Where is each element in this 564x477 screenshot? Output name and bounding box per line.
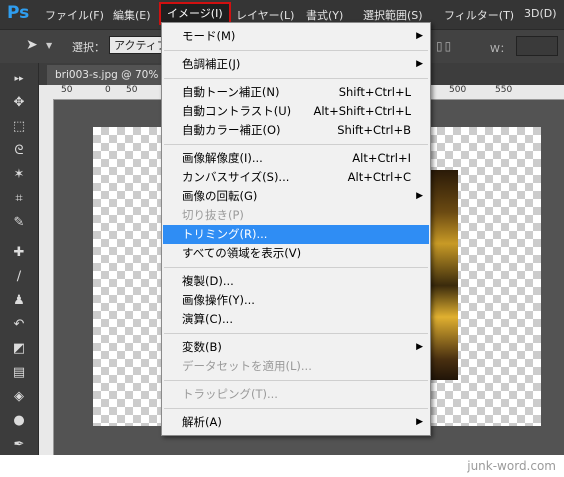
align-icons[interactable]: ▯▯: [436, 39, 453, 53]
submenu-arrow-icon: ▶: [416, 417, 423, 427]
menu-item-adjustments[interactable]: 色調補正(J) ▶: [163, 55, 429, 74]
menu-item-apply-dataset: データセットを適用(L)...: [182, 359, 312, 373]
menu-item-image-size[interactable]: 画像解像度(I)... Alt+Ctrl+I: [163, 149, 429, 168]
magic-wand-tool-icon[interactable]: ✶: [6, 165, 32, 185]
menu-select[interactable]: 選択範囲(S): [363, 7, 423, 23]
menu-type[interactable]: 書式(Y): [306, 7, 343, 23]
menu-separator: [164, 408, 428, 409]
menu-separator: [164, 380, 428, 381]
eyedropper-tool-icon[interactable]: ✎: [6, 213, 32, 233]
menu-separator: [164, 333, 428, 334]
menu-separator: [164, 144, 428, 145]
lasso-tool-icon[interactable]: ᘓ: [6, 141, 32, 161]
submenu-arrow-icon: ▶: [416, 342, 423, 352]
gradient-tool-icon[interactable]: ▤: [6, 363, 32, 383]
pen-tool-icon[interactable]: ✒: [6, 435, 32, 455]
document-tab[interactable]: bri003-s.jpg @ 70%: [47, 65, 167, 85]
width-label: W：: [490, 44, 510, 55]
crop-tool-icon[interactable]: ⌗: [6, 189, 32, 209]
move-tool-icon[interactable]: ✥: [6, 93, 32, 113]
menu-item-duplicate[interactable]: 複製(D)...: [163, 272, 429, 291]
menu-item-auto-contrast[interactable]: 自動コントラスト(U) Alt+Shift+Ctrl+L: [163, 102, 429, 121]
menu-item-auto-color[interactable]: 自動カラー補正(O) Shift+Ctrl+B: [163, 121, 429, 140]
menu-separator: [164, 50, 428, 51]
move-tool-icon[interactable]: ➤: [26, 37, 38, 53]
ruler-mark: 500: [449, 85, 467, 95]
dodge-tool-icon[interactable]: ●: [6, 411, 32, 431]
history-brush-tool-icon[interactable]: ↶: [6, 315, 32, 335]
menu-item-auto-tone[interactable]: 自動トーン補正(N) Shift+Ctrl+L: [163, 83, 429, 102]
menu-item-crop: 切り抜き(P): [182, 208, 244, 222]
tools-panel: ▸▸ ✥ ⬚ ᘓ ✶ ⌗ ✎ ✚ ∕ ♟ ↶ ◩ ▤ ◈ ● ✒: [0, 63, 39, 455]
healing-tool-icon[interactable]: ✚: [6, 243, 32, 263]
auto-select-dropdown[interactable]: アクティブ: [109, 36, 169, 54]
width-field[interactable]: [516, 36, 558, 56]
auto-select-label: 選択：: [72, 41, 105, 54]
menu-item-apply-image[interactable]: 画像操作(Y)...: [163, 291, 429, 310]
ruler-mark: 50: [126, 85, 138, 95]
tool-preset-dropdown-icon[interactable]: ▼: [46, 41, 52, 50]
menu-item-analysis[interactable]: 解析(A) ▶: [163, 413, 429, 432]
menu-file[interactable]: ファイル(F): [45, 7, 104, 23]
submenu-arrow-icon: ▶: [416, 31, 423, 41]
eraser-tool-icon[interactable]: ◩: [6, 339, 32, 359]
image-menu-dropdown: モード(M) ▶ 色調補正(J) ▶ 自動トーン補正(N) Shift+Ctrl+L …: [161, 22, 431, 436]
photoshop-logo: Ps: [7, 3, 30, 23]
menu-item-calculations[interactable]: 演算(C)...: [163, 310, 429, 329]
menu-edit[interactable]: 編集(E): [113, 7, 151, 23]
menu-item-variables[interactable]: 変数(B) ▶: [163, 338, 429, 357]
ruler-mark: 550: [495, 85, 513, 95]
marquee-tool-icon[interactable]: ⬚: [6, 117, 32, 137]
menu-layer[interactable]: レイヤー(L): [236, 7, 294, 23]
vertical-ruler: [39, 99, 54, 455]
image-layer: [427, 170, 458, 380]
site-watermark: junk-word.com: [467, 459, 556, 473]
ruler-mark: 0: [105, 85, 111, 95]
brush-tool-icon[interactable]: ∕: [6, 267, 32, 287]
blur-tool-icon[interactable]: ◈: [6, 387, 32, 407]
menu-item-canvas-size[interactable]: カンバスサイズ(S)... Alt+Ctrl+C: [163, 168, 429, 187]
submenu-arrow-icon: ▶: [416, 191, 423, 201]
menu-item-mode[interactable]: モード(M) ▶: [163, 27, 429, 46]
menu-item-trap: トラッピング(T)...: [182, 387, 278, 401]
panel-collapse-icon[interactable]: ▸▸: [6, 69, 32, 89]
stamp-tool-icon[interactable]: ♟: [6, 291, 32, 311]
menu-separator: [164, 267, 428, 268]
menu-item-image-rotation[interactable]: 画像の回転(G) ▶: [163, 187, 429, 206]
menu-separator: [164, 78, 428, 79]
menu-filter[interactable]: フィルター(T): [444, 7, 514, 23]
menu-item-reveal-all[interactable]: すべての領域を表示(V): [163, 244, 429, 263]
menu-3d[interactable]: 3D(D): [524, 7, 557, 20]
menu-item-trim[interactable]: トリミング(R)...: [163, 225, 429, 244]
submenu-arrow-icon: ▶: [416, 59, 423, 69]
ruler-mark: 50: [61, 85, 73, 95]
